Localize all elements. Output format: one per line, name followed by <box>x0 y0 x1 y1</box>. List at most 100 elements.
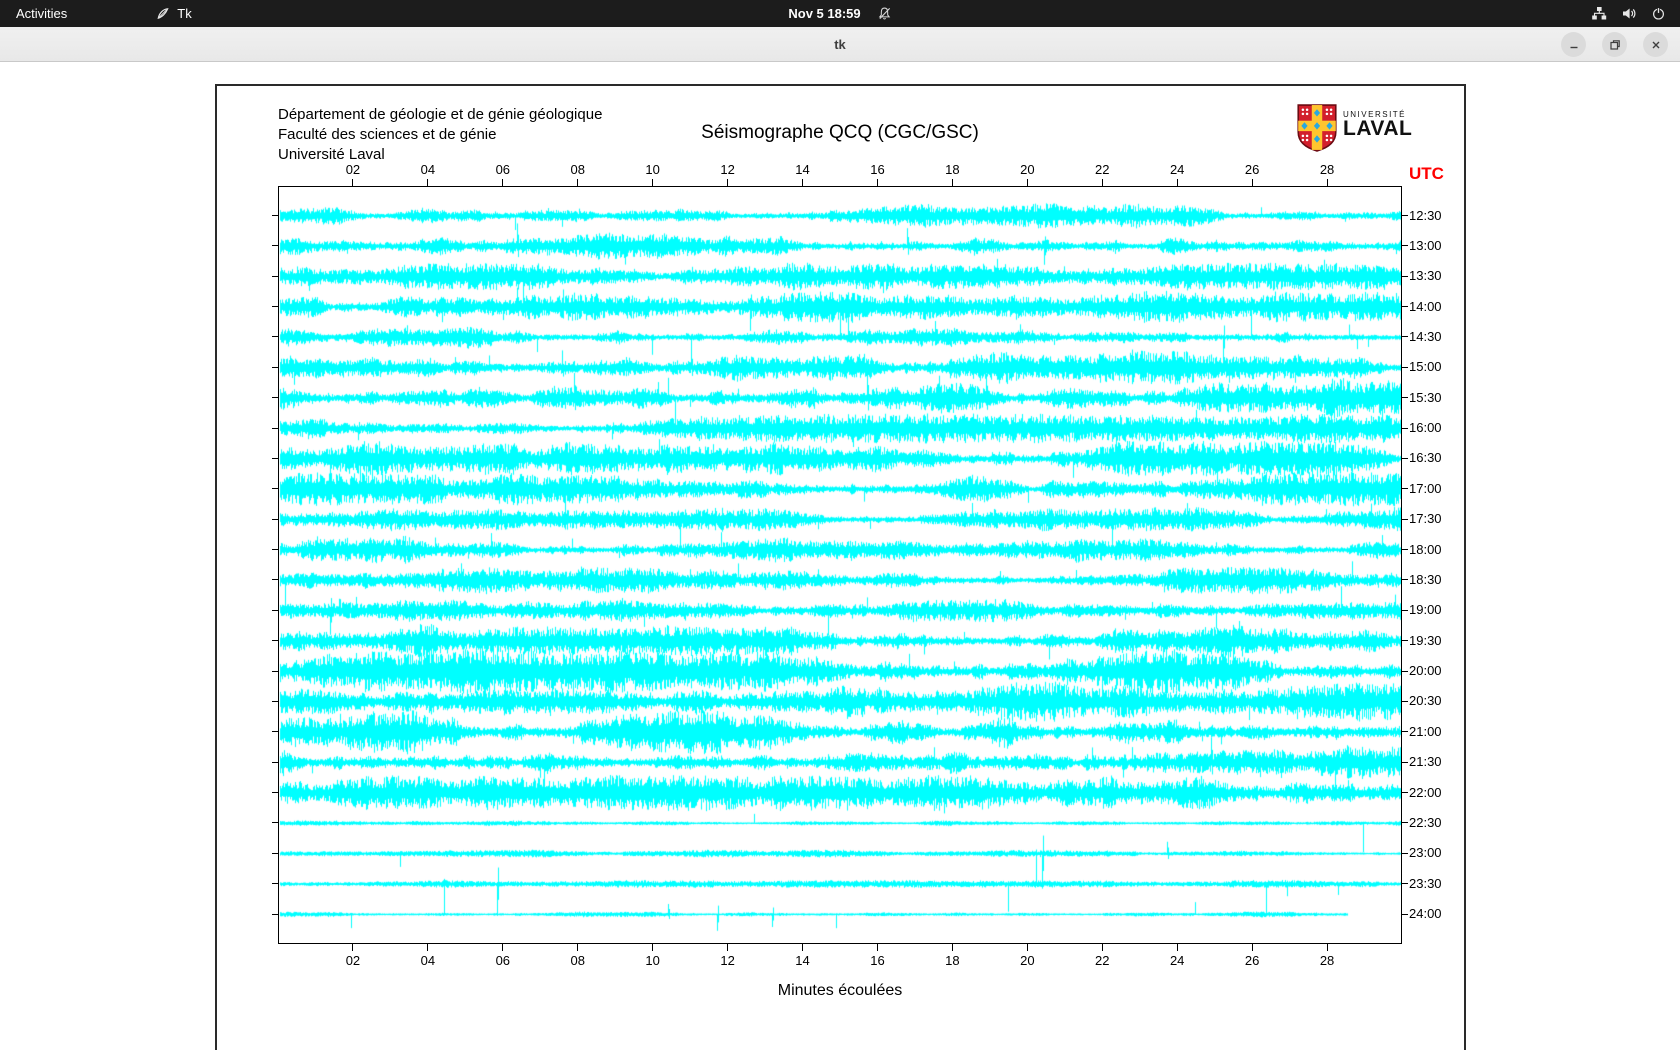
top-bar-center: Nov 5 18:59 <box>0 0 1680 27</box>
row-tick-right <box>1402 610 1408 611</box>
row-tick-right <box>1402 397 1408 398</box>
x-tick-bottom <box>652 944 653 951</box>
x-tick-top <box>652 179 653 186</box>
row-time-label: 23:30 <box>1409 876 1442 891</box>
system-tray[interactable] <box>1591 0 1680 27</box>
x-tick-label-bottom: 04 <box>413 953 443 968</box>
row-tick-right <box>1402 549 1408 550</box>
row-tick-left <box>272 519 278 520</box>
x-tick-label-bottom: 24 <box>1162 953 1192 968</box>
x-tick-bottom <box>952 944 953 951</box>
x-tick-label-top: 04 <box>413 162 443 177</box>
utc-label: UTC <box>1409 164 1444 184</box>
volume-icon <box>1621 6 1637 21</box>
row-tick-right <box>1402 336 1408 337</box>
x-tick-label-bottom: 06 <box>488 953 518 968</box>
row-tick-right <box>1402 762 1408 763</box>
row-tick-right <box>1402 822 1408 823</box>
row-time-label: 23:00 <box>1409 845 1442 860</box>
x-tick-label-bottom: 02 <box>338 953 368 968</box>
x-tick-label-top: 18 <box>937 162 967 177</box>
x-tick-top <box>1102 179 1103 186</box>
x-tick-label-bottom: 16 <box>862 953 892 968</box>
x-tick-bottom <box>502 944 503 951</box>
row-time-label: 13:30 <box>1409 268 1442 283</box>
x-tick-label-bottom: 20 <box>1012 953 1042 968</box>
row-time-label: 20:30 <box>1409 693 1442 708</box>
row-time-label: 18:00 <box>1409 542 1442 557</box>
row-time-label: 20:00 <box>1409 663 1442 678</box>
row-tick-left <box>272 701 278 702</box>
x-tick-label-top: 08 <box>563 162 593 177</box>
gnome-top-bar: Activities Tk Nov 5 18:59 <box>0 0 1680 27</box>
row-tick-right <box>1402 276 1408 277</box>
x-tick-label-top: 14 <box>788 162 818 177</box>
x-tick-label-bottom: 26 <box>1237 953 1267 968</box>
row-tick-left <box>272 914 278 915</box>
x-tick-label-top: 28 <box>1312 162 1342 177</box>
close-button[interactable] <box>1643 32 1668 57</box>
x-tick-bottom <box>577 944 578 951</box>
x-tick-label-top: 16 <box>862 162 892 177</box>
plot-title: Séismographe QCQ (CGC/GSC) <box>278 122 1402 144</box>
row-time-label: 19:30 <box>1409 633 1442 648</box>
row-tick-right <box>1402 306 1408 307</box>
seismograph-canvas-frame: Département de géologie et de génie géol… <box>215 84 1466 1050</box>
row-time-label: 12:30 <box>1409 208 1442 223</box>
row-time-label: 16:00 <box>1409 420 1442 435</box>
row-time-label: 15:30 <box>1409 390 1442 405</box>
x-tick-bottom <box>352 944 353 951</box>
x-tick-label-top: 20 <box>1012 162 1042 177</box>
x-tick-bottom <box>1327 944 1328 951</box>
row-tick-left <box>272 640 278 641</box>
row-tick-right <box>1402 215 1408 216</box>
row-tick-left <box>272 397 278 398</box>
x-tick-bottom <box>877 944 878 951</box>
row-tick-left <box>272 883 278 884</box>
x-tick-label-bottom: 22 <box>1087 953 1117 968</box>
x-tick-bottom <box>802 944 803 951</box>
row-tick-left <box>272 428 278 429</box>
row-time-label: 21:30 <box>1409 754 1442 769</box>
row-time-label: 16:30 <box>1409 450 1442 465</box>
minimize-button[interactable] <box>1561 32 1586 57</box>
network-icon <box>1591 6 1607 21</box>
x-tick-bottom <box>1102 944 1103 951</box>
tk-window-content: Département de géologie et de génie géol… <box>0 62 1680 1050</box>
row-tick-left <box>272 367 278 368</box>
row-time-label: 15:00 <box>1409 359 1442 374</box>
clock[interactable]: Nov 5 18:59 <box>788 6 860 21</box>
x-tick-label-top: 12 <box>713 162 743 177</box>
x-tick-label-top: 02 <box>338 162 368 177</box>
universite-laval-logo: UNIVERSITÉ LAVAL <box>1297 104 1412 157</box>
row-tick-right <box>1402 640 1408 641</box>
row-tick-right <box>1402 519 1408 520</box>
row-tick-right <box>1402 853 1408 854</box>
row-tick-right <box>1402 458 1408 459</box>
row-tick-right <box>1402 367 1408 368</box>
row-tick-right <box>1402 731 1408 732</box>
x-tick-label-bottom: 14 <box>788 953 818 968</box>
row-tick-right <box>1402 671 1408 672</box>
maximize-button[interactable] <box>1602 32 1627 57</box>
row-time-label: 13:00 <box>1409 238 1442 253</box>
row-tick-left <box>272 822 278 823</box>
row-time-label: 17:30 <box>1409 511 1442 526</box>
notifications-muted-icon <box>877 6 892 21</box>
row-time-label: 21:00 <box>1409 724 1442 739</box>
row-tick-right <box>1402 245 1408 246</box>
desktop: Activities Tk Nov 5 18:59 <box>0 0 1680 1050</box>
row-tick-left <box>272 276 278 277</box>
row-time-label: 24:00 <box>1409 906 1442 921</box>
x-tick-top <box>1027 179 1028 186</box>
row-tick-left <box>272 458 278 459</box>
window-titlebar[interactable]: tk <box>0 27 1680 62</box>
x-tick-bottom <box>1252 944 1253 951</box>
row-time-label: 22:00 <box>1409 785 1442 800</box>
row-tick-left <box>272 671 278 672</box>
x-tick-top <box>427 179 428 186</box>
laval-crest-icon <box>1297 104 1337 157</box>
row-tick-right <box>1402 488 1408 489</box>
row-tick-left <box>272 731 278 732</box>
row-tick-right <box>1402 914 1408 915</box>
